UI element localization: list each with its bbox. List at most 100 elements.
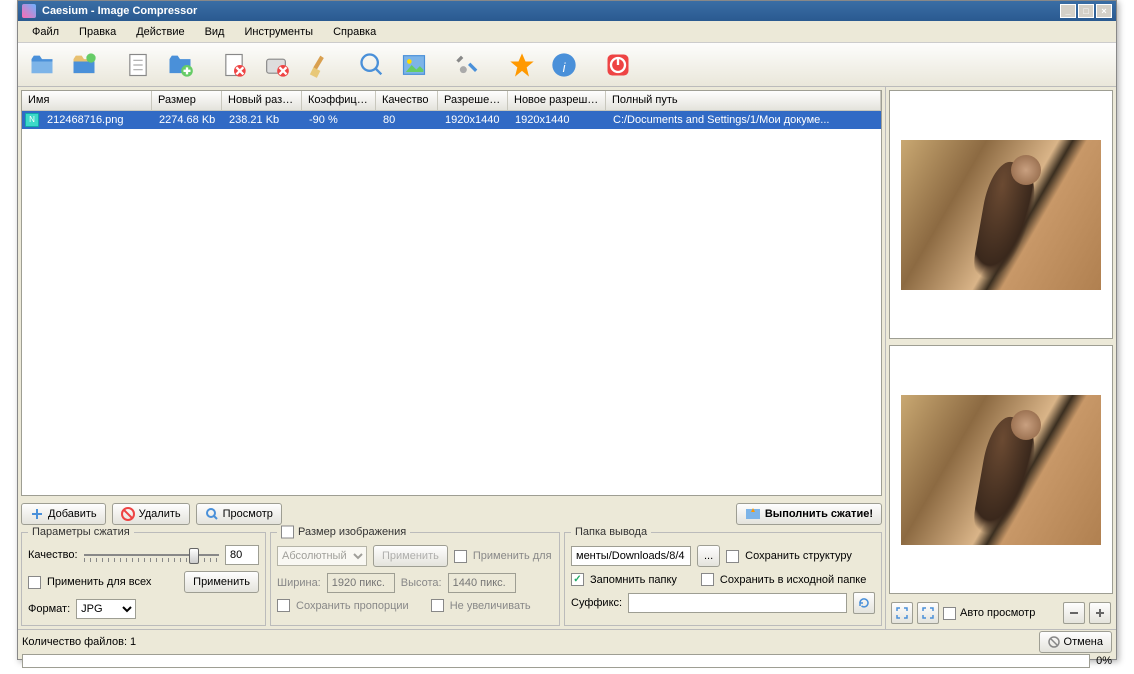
format-select[interactable]: JPG (76, 599, 136, 619)
preview-button[interactable]: Просмотр (196, 503, 282, 525)
keep-structure-label: Сохранить структуру (745, 550, 852, 562)
height-input[interactable] (448, 573, 516, 593)
titlebar[interactable]: Caesium - Image Compressor _ □ × (18, 1, 1116, 21)
height-label: Высота: (401, 577, 442, 589)
app-icon (22, 4, 36, 18)
remember-checkbox[interactable] (571, 573, 584, 586)
resize-mode-select[interactable]: Абсолютный (277, 546, 367, 566)
add-doc-button[interactable] (120, 47, 156, 83)
remove-doc-button[interactable] (216, 47, 252, 83)
remove-button[interactable]: Удалить (112, 503, 190, 525)
col-size[interactable]: Размер (152, 91, 222, 110)
cell-quality: 80 (377, 114, 439, 126)
keep-structure-checkbox[interactable] (726, 550, 739, 563)
col-name[interactable]: Имя (22, 91, 152, 110)
file-list[interactable]: Имя Размер Новый размер Коэффициент Каче… (21, 90, 882, 496)
cell-size: 2274.68 Kb (153, 114, 223, 126)
menu-help[interactable]: Справка (323, 23, 386, 41)
width-label: Ширина: (277, 577, 321, 589)
save-source-label: Сохранить в исходной папке (720, 574, 866, 586)
fullscreen-button[interactable] (917, 602, 939, 624)
preview-button-tb[interactable] (354, 47, 390, 83)
minimize-button[interactable]: _ (1060, 4, 1076, 18)
image-button[interactable] (396, 47, 432, 83)
cell-ratio: -90 % (303, 114, 377, 126)
preview-image-before (901, 140, 1101, 290)
file-count-label: Количество файлов: 1 (22, 636, 136, 648)
cell-path: C:/Documents and Settings/1/Мои докуме..… (607, 114, 881, 126)
info-button[interactable]: i (546, 47, 582, 83)
toolbar: i (18, 43, 1116, 87)
progress-bar (22, 654, 1090, 668)
cancel-button[interactable]: Отмена (1039, 631, 1112, 653)
progress-label: 0% (1096, 655, 1112, 667)
compress-button[interactable]: Выполнить сжатие! (736, 503, 882, 525)
add-button[interactable]: Добавить (21, 503, 106, 525)
open-folder-button[interactable] (66, 47, 102, 83)
browse-button[interactable]: ... (697, 545, 720, 567)
apply-all-checkbox[interactable] (28, 576, 41, 589)
app-window: Caesium - Image Compressor _ □ × Файл Пр… (17, 0, 1117, 660)
close-button[interactable]: × (1096, 4, 1112, 18)
output-path-input[interactable] (571, 546, 691, 566)
resize-apply-button[interactable]: Применить (373, 545, 448, 567)
apply-all-label: Применить для всех (47, 576, 151, 588)
maximize-button[interactable]: □ (1078, 4, 1094, 18)
quality-slider[interactable] (84, 546, 219, 564)
fit-button[interactable] (891, 602, 913, 624)
save-source-checkbox[interactable] (701, 573, 714, 586)
preview-after (889, 345, 1113, 594)
preview-before (889, 90, 1113, 339)
menu-view[interactable]: Вид (195, 23, 235, 41)
auto-preview-checkbox[interactable] (943, 607, 956, 620)
keep-ratio-checkbox[interactable] (277, 599, 290, 612)
quality-input[interactable] (225, 545, 259, 565)
auto-preview-label: Авто просмотр (960, 607, 1035, 619)
suffix-reset-button[interactable] (853, 592, 875, 614)
col-quality[interactable]: Качество (376, 91, 438, 110)
compress-label: Выполнить сжатие! (765, 508, 873, 520)
open-file-button[interactable] (24, 47, 60, 83)
cell-newres: 1920x1440 (509, 114, 607, 126)
quality-label: Качество: (28, 549, 78, 561)
no-enlarge-checkbox[interactable] (431, 599, 444, 612)
output-title: Папка вывода (571, 526, 651, 538)
add-label: Добавить (48, 508, 97, 520)
resize-enable-checkbox[interactable] (281, 526, 294, 539)
menu-action[interactable]: Действие (126, 23, 194, 41)
file-type-icon: N (25, 113, 39, 127)
col-newsize[interactable]: Новый размер (222, 91, 302, 110)
remember-label: Запомнить папку (590, 574, 677, 586)
output-panel: Папка вывода ... Сохранить структуру Зап… (564, 532, 882, 626)
cell-name: 212468716.png (41, 114, 153, 126)
suffix-input[interactable] (628, 593, 847, 613)
resize-title: Размер изображения (298, 526, 406, 538)
resize-apply-for-label: Применить для (473, 550, 552, 562)
table-row[interactable]: N 212468716.png 2274.68 Kb 238.21 Kb -90… (22, 111, 881, 129)
menu-tools[interactable]: Инструменты (234, 23, 323, 41)
add-folder-button[interactable] (162, 47, 198, 83)
cell-newsize: 238.21 Kb (223, 114, 303, 126)
star-button[interactable] (504, 47, 540, 83)
preview-pane: Авто просмотр (886, 87, 1116, 629)
width-input[interactable] (327, 573, 395, 593)
suffix-label: Суффикс: (571, 597, 622, 609)
settings-button[interactable] (450, 47, 486, 83)
col-res[interactable]: Разрешение (438, 91, 508, 110)
resize-panel: Размер изображения Абсолютный Применить … (270, 532, 560, 626)
apply-quality-button[interactable]: Применить (184, 571, 259, 593)
col-path[interactable]: Полный путь (606, 91, 881, 110)
col-ratio[interactable]: Коэффициент (302, 91, 376, 110)
zoom-out-button[interactable] (1063, 602, 1085, 624)
remove-label: Удалить (139, 508, 181, 520)
col-newres[interactable]: Новое разрешение (508, 91, 606, 110)
resize-apply-for-checkbox[interactable] (454, 550, 467, 563)
remove-folder-button[interactable] (258, 47, 294, 83)
cell-res: 1920x1440 (439, 114, 509, 126)
power-button[interactable] (600, 47, 636, 83)
zoom-in-button[interactable] (1089, 602, 1111, 624)
menu-edit[interactable]: Правка (69, 23, 126, 41)
menu-file[interactable]: Файл (22, 23, 69, 41)
compression-panel: Параметры сжатия Качество: П (21, 532, 266, 626)
clear-button[interactable] (300, 47, 336, 83)
